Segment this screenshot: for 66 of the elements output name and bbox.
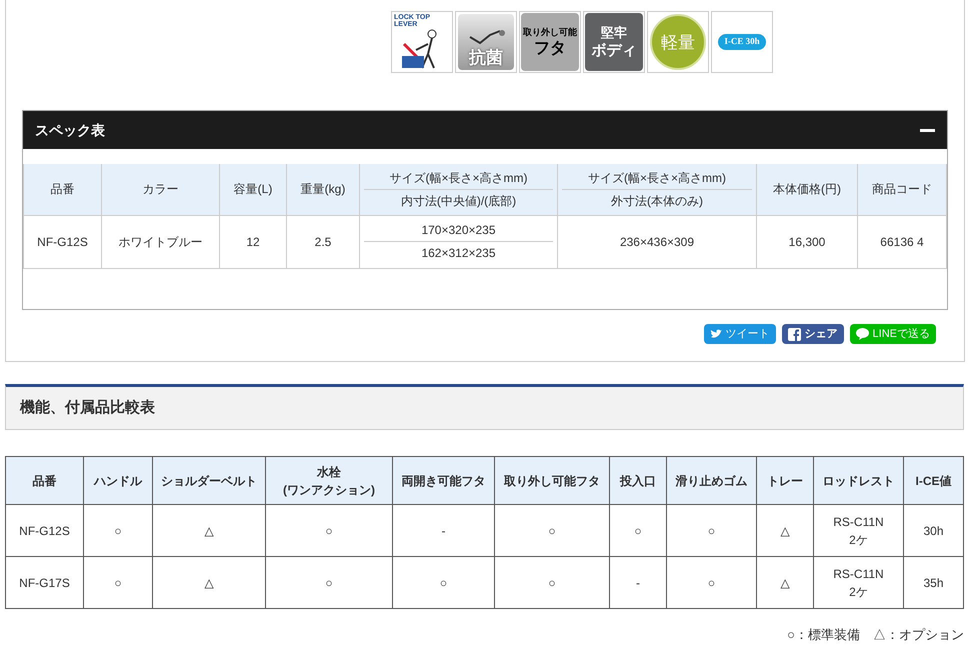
table-cell: 16,300 — [788, 234, 826, 248]
table-cell: RS-C11N 2ケ — [833, 514, 884, 546]
column-header: ロッドレスト — [822, 474, 894, 488]
column-header: サイズ(幅×長さ×高さmm) — [587, 170, 727, 187]
table-cell-text: 170×320×235 — [420, 222, 497, 239]
share-button[interactable]: ツイート — [704, 324, 776, 344]
table-cell: △ — [204, 524, 214, 538]
antibacterial-badge: 抗菌 — [458, 14, 514, 70]
table-cell: - — [442, 524, 446, 538]
share-button[interactable]: LINEで送る — [850, 324, 936, 344]
column-header: 商品コード — [872, 182, 932, 196]
column-header: 両開き可能フタ — [402, 474, 486, 488]
table-cell: ○ — [708, 524, 716, 538]
table-cell: △ — [204, 576, 214, 590]
table-cell: ○ — [548, 524, 556, 538]
share-button[interactable]: シェア — [782, 324, 844, 344]
table-cell: △ — [780, 576, 790, 590]
column-header: ショルダーベルト — [161, 474, 257, 488]
table-cell: RS-C11N 2ケ — [833, 566, 884, 598]
table-cell: 162×312×235 — [364, 241, 553, 264]
column-header: 滑り止めゴム — [676, 474, 748, 488]
column-header: ハンドル — [94, 474, 142, 488]
section-title: 機能、付属品比較表 — [20, 398, 155, 418]
column-header: 取り外し可能フタ — [504, 474, 600, 488]
column-header: 本体価格(円) — [773, 182, 841, 196]
lightweight-badge: 軽量 — [650, 14, 706, 70]
column-header: I-CE値 — [916, 474, 952, 488]
speech-bubble-icon — [856, 328, 869, 340]
column-header: 内寸法(中央値)/(底部) — [364, 188, 553, 212]
table-cell: 35h — [923, 576, 944, 590]
table-cell: NF-G12S — [37, 234, 88, 248]
sturdy-body-badge: 堅牢 ボディ — [585, 13, 643, 71]
table-cell: 12 — [246, 234, 260, 248]
table-cell: 2.5 — [314, 234, 332, 248]
column-header: 水栓 (ワンアクション) — [283, 464, 375, 496]
f-logo-icon — [788, 328, 801, 340]
table-cell: ○ — [114, 576, 122, 590]
column-header: 重量(kg) — [300, 182, 346, 196]
table-cell: ホワイトブルー — [118, 234, 202, 248]
table-cell: ○ — [548, 576, 556, 590]
column-header: 品番 — [32, 474, 56, 488]
column-header: 容量(L) — [234, 182, 272, 196]
column-header: サイズ(幅×長さ×高さmm) — [388, 170, 528, 187]
table-cell: 66136 4 — [880, 234, 924, 248]
spec-title: スペック表 — [35, 120, 105, 140]
removable-lid-badge: 取り外し可能 フタ — [521, 13, 579, 71]
table-cell: △ — [780, 524, 790, 538]
table-cell: ○ — [325, 524, 333, 538]
column-header: 投入口 — [620, 474, 656, 488]
table-cell: 30h — [923, 524, 944, 538]
table-cell: ○ — [114, 524, 122, 538]
legend-text: ○：標準装備 △：オプション — [787, 626, 964, 644]
column-header: 品番 — [50, 182, 74, 196]
table-cell: ○ — [634, 524, 642, 538]
table-cell: NF-G12S — [19, 524, 70, 538]
table-cell: ○ — [440, 576, 448, 590]
table-cell: - — [636, 576, 640, 590]
table-cell: ○ — [325, 576, 333, 590]
ice-badge: I-CE 30h — [718, 34, 766, 50]
column-header: トレー — [767, 474, 803, 488]
bird-icon — [710, 329, 722, 339]
table-cell: 236×436×309 — [620, 234, 694, 248]
table-cell: ○ — [708, 576, 716, 590]
table-cell: NF-G17S — [19, 576, 70, 590]
column-header: 外寸法(本体のみ) — [562, 188, 752, 212]
column-header: カラー — [142, 182, 178, 196]
